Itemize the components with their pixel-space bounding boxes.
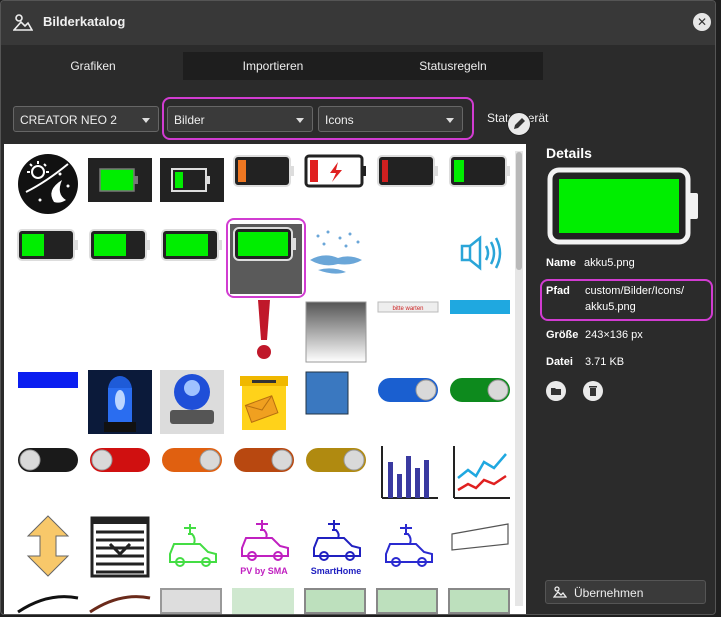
tab-statusregeln[interactable]: Statusregeln — [363, 52, 543, 80]
image-icon — [13, 14, 33, 31]
toggle-black-icon[interactable] — [16, 442, 80, 506]
close-button[interactable]: ✕ — [693, 13, 711, 31]
size-value: 243×136 px — [585, 329, 643, 341]
toggle-blue-icon[interactable] — [376, 370, 440, 434]
battery-low-red-icon[interactable] — [376, 148, 440, 212]
name-value: akku5.png — [584, 257, 635, 269]
green-button-tile[interactable] — [304, 588, 366, 614]
grey-button-tile[interactable] — [160, 588, 222, 614]
battery-60-icon[interactable] — [88, 222, 152, 286]
battery-low-green-icon[interactable] — [160, 152, 224, 216]
delete-button[interactable] — [583, 381, 603, 401]
toggle-brown-icon[interactable] — [232, 442, 296, 506]
speaker-icon[interactable] — [448, 222, 512, 286]
curve-line-icon[interactable] — [16, 584, 80, 614]
battery-full-dark-icon[interactable] — [88, 152, 152, 216]
blue-square-icon[interactable] — [304, 370, 368, 434]
ev-car-green-icon[interactable] — [160, 514, 224, 578]
chevron-down-icon — [446, 118, 454, 123]
toggle-red-icon[interactable] — [88, 442, 152, 506]
ev-car-smarthome-icon[interactable]: SmartHome — [304, 514, 368, 578]
details-heading: Details — [546, 145, 592, 161]
toggle-orange-icon[interactable] — [160, 442, 224, 506]
size-label: Größe — [546, 329, 579, 341]
please-wait-text: bitte warten — [392, 306, 423, 312]
category-select[interactable]: Bilder — [167, 106, 313, 132]
gradient-panel-icon[interactable] — [304, 300, 368, 364]
image-grid: bitte warten PV by SMA SmartHome — [4, 144, 526, 614]
tab-importieren[interactable]: Importieren — [183, 52, 363, 80]
blue-siren-2-icon[interactable] — [160, 370, 224, 434]
battery-80-icon[interactable] — [160, 222, 224, 286]
battery-full-icon[interactable] — [230, 224, 302, 294]
file-label: Datei — [546, 356, 573, 368]
image-catalog-window: Bilderkatalog ✕ Grafiken Importieren Sta… — [0, 0, 716, 615]
path-value-line2: akku5.png — [585, 301, 636, 313]
device-select-value: CREATOR NEO 2 — [20, 113, 117, 127]
pv-by-sma-text: PV by SMA — [240, 566, 288, 576]
path-value-line1: custom/Bilder/Icons/ — [585, 285, 685, 297]
window-shape-icon[interactable] — [448, 514, 512, 578]
day-night-circle-icon[interactable] — [16, 152, 80, 216]
please-wait-banner-icon[interactable]: bitte warten — [376, 292, 440, 356]
ev-car-blue-icon[interactable] — [376, 514, 440, 578]
shutter-icon[interactable] — [88, 514, 152, 578]
preview-battery-icon — [547, 167, 698, 245]
toggle-green-icon[interactable] — [448, 370, 512, 434]
tab-grafiken[interactable]: Grafiken — [3, 52, 183, 80]
grid-scroll-thumb[interactable] — [516, 152, 522, 270]
chevron-down-icon — [142, 118, 150, 123]
name-label: Name — [546, 257, 576, 269]
window-title: Bilderkatalog — [43, 14, 126, 29]
close-icon: ✕ — [696, 15, 708, 29]
trash-icon — [589, 386, 597, 396]
folder-icon — [551, 388, 561, 395]
line-chart-icon[interactable] — [448, 442, 512, 506]
blue-siren-icon[interactable] — [88, 370, 152, 434]
path-label: Pfad — [546, 285, 570, 297]
rain-splash-icon[interactable] — [304, 222, 368, 286]
battery-red-lightning-icon[interactable] — [304, 148, 368, 212]
battery-low-green-small-icon[interactable] — [448, 148, 512, 212]
apply-button[interactable]: Übernehmen — [545, 580, 706, 604]
bar-chart-icon[interactable] — [376, 442, 440, 506]
battery-half-icon[interactable] — [16, 222, 80, 286]
exclamation-icon[interactable] — [232, 296, 296, 360]
blue-bar-icon[interactable] — [448, 292, 512, 356]
mailbox-icon[interactable] — [232, 370, 296, 434]
file-value: 3.71 KB — [585, 356, 625, 368]
open-folder-button[interactable] — [546, 381, 566, 401]
subcategory-select[interactable]: Icons — [318, 106, 463, 132]
category-select-value: Bilder — [174, 113, 205, 127]
blue-rect-icon[interactable] — [16, 366, 80, 430]
green-panel-tile[interactable] — [232, 588, 294, 614]
subcategory-select-value: Icons — [325, 113, 354, 127]
arrow-updown-icon[interactable] — [16, 514, 80, 578]
toggle-yellow-icon[interactable] — [304, 442, 368, 506]
ev-car-pv-icon[interactable]: PV by SMA — [232, 514, 296, 578]
smarthome-text: SmartHome — [311, 566, 362, 576]
pencil-icon — [514, 118, 525, 129]
curve-brown-icon[interactable] — [88, 584, 152, 614]
green-button-tile-3[interactable] — [448, 588, 510, 614]
chevron-down-icon — [296, 118, 304, 123]
device-select[interactable]: CREATOR NEO 2 — [13, 106, 159, 132]
title-bar: Bilderkatalog ✕ — [1, 1, 715, 45]
image-icon — [553, 586, 567, 598]
edit-status-button[interactable] — [507, 112, 531, 136]
battery-low-orange-icon[interactable] — [232, 148, 296, 212]
green-button-tile-2[interactable] — [376, 588, 438, 614]
